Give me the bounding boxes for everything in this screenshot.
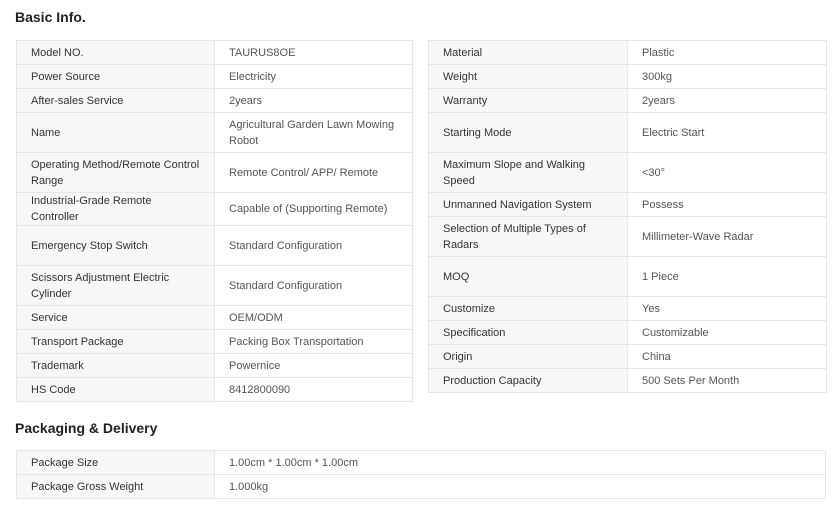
basic-info-table-left: Model NO. TAURUS8OE Power Source Electricit… <box>16 40 413 402</box>
row-label: Operating Method/Remote Control Range <box>16 152 215 193</box>
basic-right-row: Maximum Slope and Walking Speed <30° <box>428 152 827 193</box>
row-label: MOQ <box>428 256 628 297</box>
packaging-delivery-title: Packaging & Delivery <box>15 420 158 436</box>
row-value: Capable of (Supporting Remote) <box>214 192 413 226</box>
row-label: Production Capacity <box>428 368 628 393</box>
row-value: Powernice <box>214 353 413 378</box>
basic-right-row: Weight 300kg <box>428 64 827 89</box>
row-value: TAURUS8OE <box>214 40 413 65</box>
row-label: Package Size <box>16 450 215 475</box>
row-value: Millimeter-Wave Radar <box>627 216 827 257</box>
row-label: Emergency Stop Switch <box>16 225 215 266</box>
basic-left-row: Transport Package Packing Box Transportat… <box>16 329 413 354</box>
basic-right-row: Starting Mode Electric Start <box>428 112 827 153</box>
basic-info-title: Basic Info. <box>15 9 86 25</box>
row-value: Customizable <box>627 320 827 345</box>
row-label: Maximum Slope and Walking Speed <box>428 152 628 193</box>
row-label: Trademark <box>16 353 215 378</box>
basic-left-row: Operating Method/Remote Control Range Rem… <box>16 152 413 193</box>
row-label: Material <box>428 40 628 65</box>
basic-left-row: Name Agricultural Garden Lawn Mowing Robo… <box>16 112 413 153</box>
packaging-row: Package Size 1.00cm * 1.00cm * 1.00cm <box>16 450 826 475</box>
row-label: Selection of Multiple Types of Radars <box>428 216 628 257</box>
row-label: Unmanned Navigation System <box>428 192 628 217</box>
row-label: Starting Mode <box>428 112 628 153</box>
basic-right-row: Selection of Multiple Types of Radars Mil… <box>428 216 827 257</box>
basic-left-row: Industrial-Grade Remote Controller Capabl… <box>16 192 413 226</box>
row-value: Agricultural Garden Lawn Mowing Robot <box>214 112 413 153</box>
row-label: Industrial-Grade Remote Controller <box>16 192 215 226</box>
row-value: 1.000kg <box>214 474 826 499</box>
packaging-table: Package Size 1.00cm * 1.00cm * 1.00cm Pack… <box>16 450 826 499</box>
row-label: After-sales Service <box>16 88 215 113</box>
basic-right-row: Customize Yes <box>428 296 827 321</box>
row-value: 1 Piece <box>627 256 827 297</box>
row-value: Plastic <box>627 40 827 65</box>
basic-info-table-right: Material Plastic Weight 300kg Warranty 2years… <box>428 40 827 393</box>
basic-left-row: Service OEM/ODM <box>16 305 413 330</box>
basic-left-row: Trademark Powernice <box>16 353 413 378</box>
row-label: Model NO. <box>16 40 215 65</box>
basic-right-row: Origin China <box>428 344 827 369</box>
row-value: Standard Configuration <box>214 265 413 306</box>
basic-left-row: Scissors Adjustment Electric Cylinder Sta… <box>16 265 413 306</box>
row-value: 500 Sets Per Month <box>627 368 827 393</box>
row-value: China <box>627 344 827 369</box>
packaging-row: Package Gross Weight 1.000kg <box>16 474 826 499</box>
basic-left-row: HS Code 8412800090 <box>16 377 413 402</box>
row-value: 2years <box>627 88 827 113</box>
row-value: OEM/ODM <box>214 305 413 330</box>
basic-left-row: Power Source Electricity <box>16 64 413 89</box>
basic-right-row: MOQ 1 Piece <box>428 256 827 297</box>
row-label: Warranty <box>428 88 628 113</box>
row-label: Weight <box>428 64 628 89</box>
basic-left-row: After-sales Service 2years <box>16 88 413 113</box>
basic-left-row: Emergency Stop Switch Standard Configurat… <box>16 225 413 266</box>
basic-right-row: Production Capacity 500 Sets Per Month <box>428 368 827 393</box>
row-label: Power Source <box>16 64 215 89</box>
row-label: Package Gross Weight <box>16 474 215 499</box>
row-value: <30° <box>627 152 827 193</box>
row-value: Electric Start <box>627 112 827 153</box>
row-value: 8412800090 <box>214 377 413 402</box>
row-value: Remote Control/ APP/ Remote <box>214 152 413 193</box>
row-value: Possess <box>627 192 827 217</box>
row-label: Specification <box>428 320 628 345</box>
basic-right-row: Unmanned Navigation System Possess <box>428 192 827 217</box>
row-value: 300kg <box>627 64 827 89</box>
row-label: Transport Package <box>16 329 215 354</box>
row-value: Standard Configuration <box>214 225 413 266</box>
row-value: Electricity <box>214 64 413 89</box>
row-value: Yes <box>627 296 827 321</box>
row-value: 2years <box>214 88 413 113</box>
row-label: Origin <box>428 344 628 369</box>
basic-right-row: Warranty 2years <box>428 88 827 113</box>
row-label: Scissors Adjustment Electric Cylinder <box>16 265 215 306</box>
row-value: Packing Box Transportation <box>214 329 413 354</box>
basic-right-row: Specification Customizable <box>428 320 827 345</box>
row-label: Name <box>16 112 215 153</box>
row-label: Customize <box>428 296 628 321</box>
row-label: Service <box>16 305 215 330</box>
row-label: HS Code <box>16 377 215 402</box>
basic-right-row: Material Plastic <box>428 40 827 65</box>
row-value: 1.00cm * 1.00cm * 1.00cm <box>214 450 826 475</box>
basic-left-row: Model NO. TAURUS8OE <box>16 40 413 65</box>
